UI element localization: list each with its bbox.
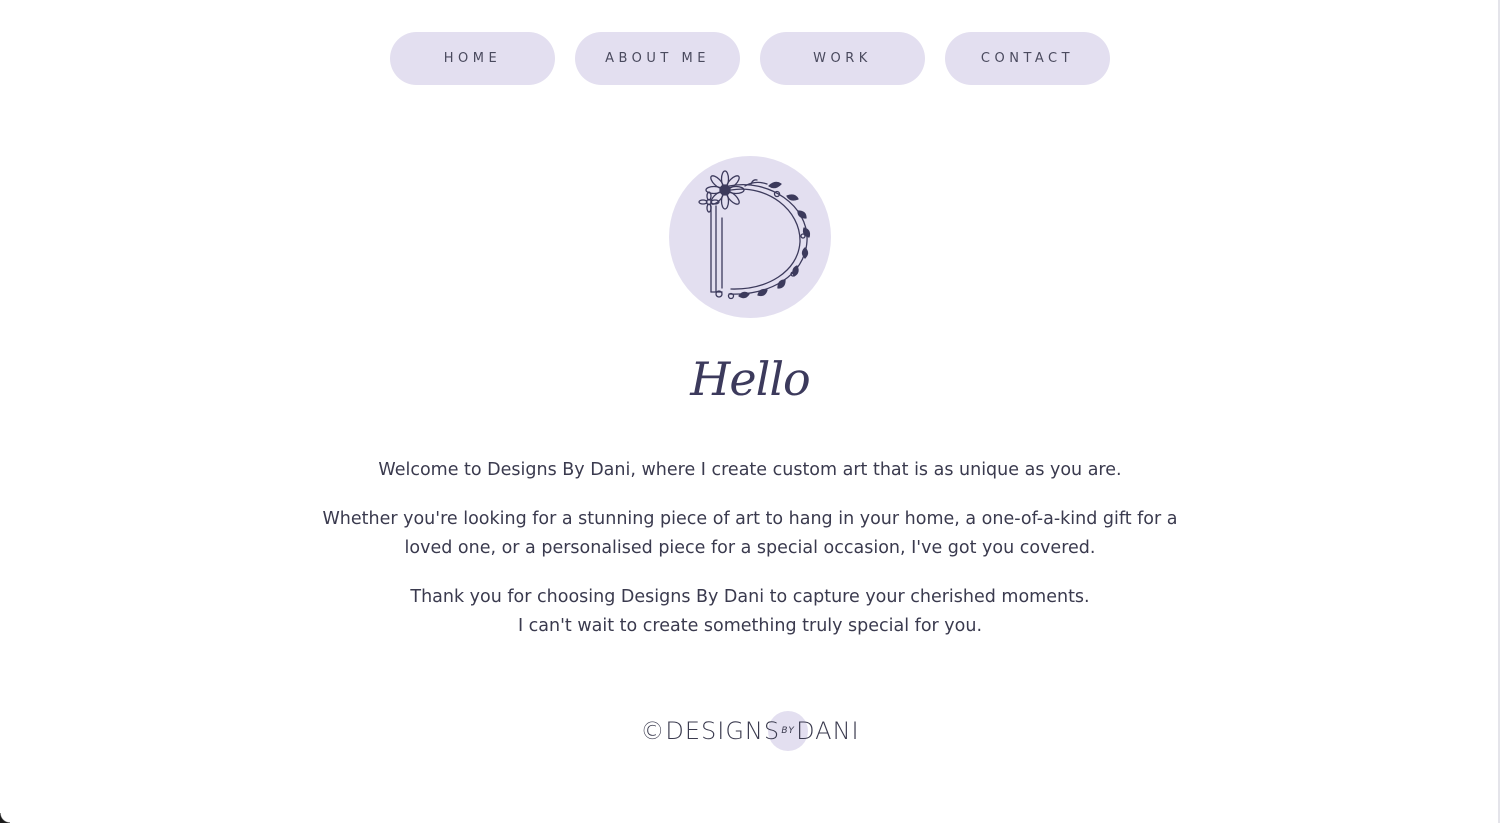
main-nav: HOME ABOUT ME WORK CONTACT (390, 32, 1110, 85)
window-corner (0, 813, 10, 823)
intro-paragraph-2-line-1: Whether you're looking for a stunning pi… (322, 509, 1178, 529)
intro-text: Welcome to Designs By Dani, where I crea… (300, 456, 1200, 661)
footer-brand-left: ©DESIGNS (640, 717, 781, 745)
hello-heading: Hello (690, 352, 810, 406)
intro-paragraph-2-line-2: loved one, or a personalised piece for a… (404, 538, 1096, 558)
page: HOME ABOUT ME WORK CONTACT Hello Welcome… (0, 0, 1500, 823)
nav-work-button[interactable]: WORK (760, 32, 925, 85)
intro-paragraph-3: Thank you for choosing Designs By Dani t… (300, 583, 1200, 641)
floral-letter-d-icon (698, 170, 811, 300)
intro-paragraph-3-line-2: I can't wait to create something truly s… (517, 616, 983, 636)
nav-contact-button[interactable]: CONTACT (945, 32, 1110, 85)
footer-brand: ©DESIGNS BY DANI (0, 710, 1500, 752)
site-logo (669, 156, 831, 318)
intro-paragraph-2: Whether you're looking for a stunning pi… (300, 505, 1200, 563)
nav-about-me-button[interactable]: ABOUT ME (575, 32, 740, 85)
intro-paragraph-3-line-1: Thank you for choosing Designs By Dani t… (410, 587, 1090, 607)
nav-home-button[interactable]: HOME (390, 32, 555, 85)
intro-paragraph-1: Welcome to Designs By Dani, where I crea… (378, 460, 1122, 480)
footer-brand-text: ©DESIGNS BY DANI (640, 710, 859, 752)
footer-brand-right: DANI (796, 717, 860, 745)
